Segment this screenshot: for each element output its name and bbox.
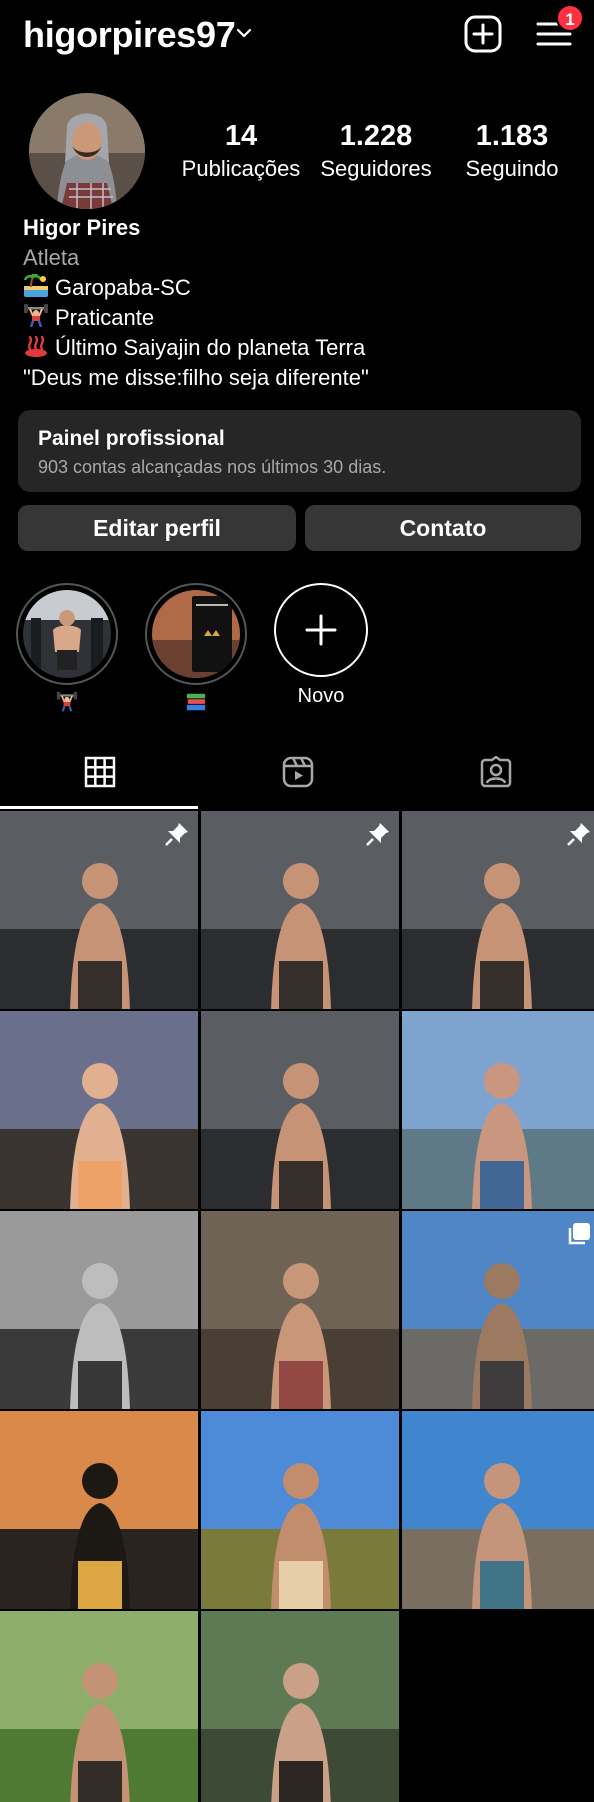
- chevron-down-icon[interactable]: [235, 24, 253, 42]
- pin-icon: [567, 823, 590, 846]
- avatar[interactable]: [29, 93, 145, 209]
- pin-icon: [366, 823, 389, 846]
- post-thumbnail[interactable]: [402, 1011, 594, 1209]
- hot-springs-icon: [25, 335, 47, 357]
- bio-location: Garopaba-SC: [55, 275, 191, 300]
- profile-bio: Higor Pires Atleta Garopaba-SC Praticant…: [23, 213, 583, 393]
- post-thumbnail[interactable]: [201, 1611, 399, 1802]
- bio-line: "Deus me disse:filho seja diferente": [23, 363, 583, 393]
- profile-category: Atleta: [23, 245, 80, 270]
- create-post-icon[interactable]: [461, 12, 505, 56]
- post-thumbnail[interactable]: [402, 811, 594, 1009]
- profile-header: higorpires97 1: [0, 0, 594, 72]
- bio-practice: Praticante: [55, 305, 155, 330]
- dashboard-subtitle: 903 contas alcançadas nos últimos 30 dia…: [38, 457, 387, 477]
- notification-badge: 1: [556, 4, 584, 32]
- story-highlight[interactable]: [145, 583, 247, 717]
- new-highlight-button[interactable]: [274, 583, 368, 677]
- posts-count-value: 14: [224, 120, 258, 152]
- bio-line: Praticante: [23, 303, 583, 333]
- tagged-icon: [480, 756, 512, 788]
- post-photo: [201, 1211, 399, 1409]
- contact-button[interactable]: Contato: [305, 505, 581, 551]
- post-photo: [402, 1411, 594, 1609]
- professional-dashboard[interactable]: Painel profissional 903 contas alcançada…: [18, 410, 581, 492]
- highlight-cover: [16, 583, 118, 685]
- edit-profile-button[interactable]: Editar perfil: [18, 505, 296, 551]
- post-thumbnail[interactable]: [0, 1411, 198, 1609]
- post-thumbnail[interactable]: [201, 1211, 399, 1409]
- post-thumbnail[interactable]: [201, 811, 399, 1009]
- post-photo: [201, 1011, 399, 1209]
- bio-line: Último Saiyajin do planeta Terra: [23, 333, 583, 363]
- dashboard-title: Painel profissional: [38, 427, 225, 450]
- followers-count-label: Seguidores: [320, 156, 432, 181]
- followers-count-value: 1.228: [339, 120, 413, 152]
- post-thumbnail[interactable]: [0, 1211, 198, 1409]
- post-photo: [201, 1611, 399, 1802]
- post-thumbnail[interactable]: [0, 811, 198, 1009]
- carousel-icon: [568, 1223, 590, 1245]
- posts-count[interactable]: 14 Publicações: [166, 118, 316, 184]
- post-photo: [201, 1411, 399, 1609]
- username[interactable]: higorpires97: [23, 14, 236, 56]
- grid-icon: [84, 756, 116, 788]
- highlight-cover: [145, 583, 247, 685]
- post-thumbnail[interactable]: [201, 1011, 399, 1209]
- books-icon: [186, 693, 206, 711]
- post-thumbnail[interactable]: [0, 1611, 198, 1802]
- post-thumbnail[interactable]: [402, 1211, 594, 1409]
- weightlifter-icon: [56, 691, 78, 712]
- tab-reels[interactable]: [198, 740, 396, 810]
- bio-tagline: Último Saiyajin do planeta Terra: [55, 335, 366, 360]
- active-tab-indicator: [0, 806, 198, 809]
- post-photo: [0, 1011, 198, 1209]
- pin-icon: [165, 823, 188, 846]
- story-highlight[interactable]: [16, 583, 118, 717]
- profile-name: Higor Pires: [23, 215, 141, 240]
- post-thumbnail[interactable]: [0, 1011, 198, 1209]
- post-photo: [0, 1411, 198, 1609]
- post-thumbnail[interactable]: [201, 1411, 399, 1609]
- highlight-photo: [23, 590, 111, 678]
- new-highlight[interactable]: Novo: [270, 583, 372, 709]
- highlight-photo: [152, 590, 240, 678]
- post-photo: [402, 1011, 594, 1209]
- posts-count-label: Publicações: [181, 156, 301, 181]
- bio-line: Garopaba-SC: [23, 273, 583, 303]
- following-count-value: 1.183: [475, 120, 549, 152]
- following-count-label: Seguindo: [465, 156, 559, 181]
- post-thumbnail[interactable]: [402, 1411, 594, 1609]
- tab-tagged[interactable]: [396, 740, 594, 810]
- reels-icon: [282, 756, 314, 788]
- bio-quote: "Deus me disse:filho seja diferente": [23, 365, 369, 390]
- weightlifter-icon: [24, 304, 48, 328]
- new-highlight-label: Novo: [297, 685, 345, 707]
- beach-icon: [23, 274, 48, 297]
- followers-count[interactable]: 1.228 Seguidores: [301, 118, 451, 184]
- plus-icon: [305, 614, 337, 646]
- profile-tabs: [0, 740, 594, 810]
- tab-posts[interactable]: [0, 740, 198, 810]
- avatar-photo: [29, 93, 145, 209]
- post-photo: [0, 1211, 198, 1409]
- post-photo: [0, 1611, 198, 1802]
- following-count[interactable]: 1.183 Seguindo: [437, 118, 587, 184]
